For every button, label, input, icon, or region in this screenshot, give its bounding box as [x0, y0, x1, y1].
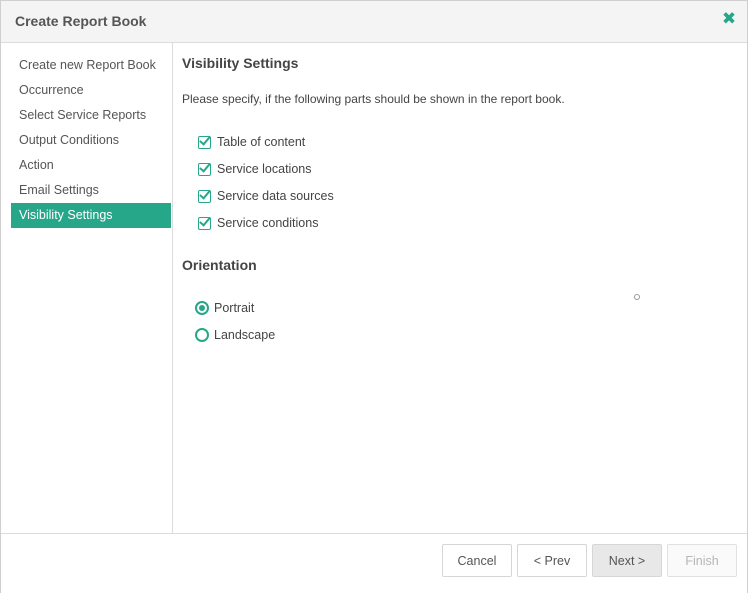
sidebar-item-select-service-reports[interactable]: Select Service Reports [11, 103, 171, 128]
small-circle-icon [634, 294, 640, 300]
sidebar-item-action[interactable]: Action [11, 153, 171, 178]
cancel-button[interactable]: Cancel [442, 544, 512, 577]
dialog-footer: Cancel < Prev Next > Finish [1, 533, 747, 593]
sidebar-item-occurrence[interactable]: Occurrence [11, 78, 171, 103]
radio-unselected-icon[interactable] [195, 328, 209, 342]
checkbox-label: Service locations [217, 162, 312, 176]
checkbox-checked-icon[interactable] [198, 136, 211, 149]
section-heading-visibility-settings: Visibility Settings [182, 55, 299, 71]
prev-button[interactable]: < Prev [517, 544, 587, 577]
wizard-steps-sidebar: Create new Report Book Occurrence Select… [1, 43, 173, 533]
dialog-title: Create Report Book [15, 13, 147, 29]
checkbox-label: Service data sources [217, 189, 334, 203]
main-content: Visibility Settings Please specify, if t… [173, 43, 747, 533]
radio-selected-icon[interactable] [195, 301, 209, 315]
checkbox-label: Service conditions [217, 216, 319, 230]
checkbox-label: Table of content [217, 135, 306, 149]
section-description: Please specify, if the following parts s… [182, 92, 565, 106]
sidebar-item-email-settings[interactable]: Email Settings [11, 178, 171, 203]
next-button[interactable]: Next > [592, 544, 662, 577]
checkbox-checked-icon[interactable] [198, 163, 211, 176]
create-report-book-dialog: Create Report Book ✖ Create new Report B… [0, 0, 748, 593]
radio-label: Landscape [214, 328, 276, 342]
checkbox-checked-icon[interactable] [198, 217, 211, 230]
section-heading-orientation: Orientation [182, 257, 257, 273]
sidebar-item-visibility-settings[interactable]: Visibility Settings [11, 203, 171, 228]
finish-button[interactable]: Finish [667, 544, 737, 577]
sidebar-item-create-new-report-book[interactable]: Create new Report Book [11, 53, 171, 78]
radio-label: Portrait [214, 301, 255, 315]
close-icon[interactable]: ✖ [721, 10, 737, 28]
checkbox-checked-icon[interactable] [198, 190, 211, 203]
sidebar-item-output-conditions[interactable]: Output Conditions [11, 128, 171, 153]
dialog-header: Create Report Book ✖ [1, 1, 747, 43]
